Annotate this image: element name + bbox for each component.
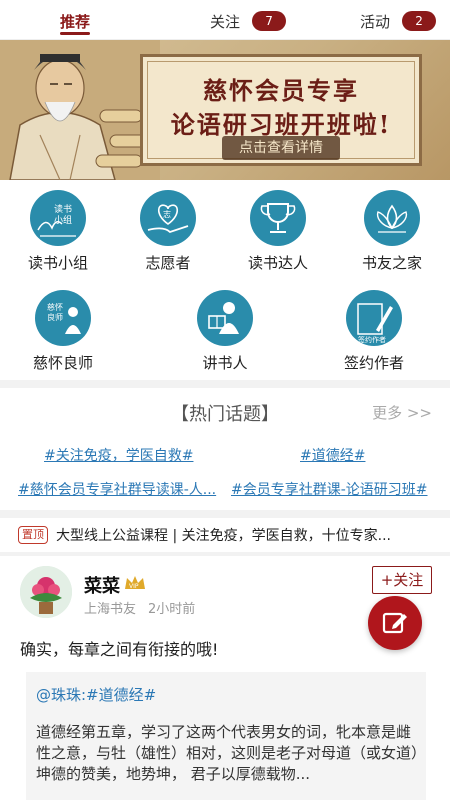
tab-follow-label: 关注 — [210, 12, 241, 31]
feature-volunteer[interactable]: 志 志愿者 — [120, 190, 216, 273]
teacher-icon: 慈怀 良师 — [35, 290, 91, 346]
feature-signed-author[interactable]: 签约作者 签约作者 — [326, 290, 422, 373]
follow-count-badge: 7 — [252, 11, 287, 31]
tab-recommend[interactable]: 推荐 — [60, 8, 90, 34]
vip-crown-icon: VIP — [125, 576, 145, 590]
feature-book-friends-home[interactable]: 书友之家 — [344, 190, 440, 273]
banner-subtitle: 论语研习班开班啦! — [170, 110, 392, 139]
banner-view-details-button[interactable]: 点击查看详情 — [222, 136, 340, 160]
user-location: 上海书友 — [84, 602, 137, 617]
feature-label: 慈怀良师 — [32, 354, 93, 372]
top-tab-bar: 推荐 关注 7 活动 2 — [0, 0, 450, 40]
feature-label: 读书达人 — [247, 254, 308, 272]
banner-title: 慈怀会员专享 — [203, 76, 359, 105]
volunteer-heart-hand-icon: 志 — [140, 190, 196, 246]
feature-reading-group[interactable]: 读书 小组 读书小组 — [10, 190, 106, 273]
quoted-topic-link[interactable]: @珠珠:#道德经# — [36, 684, 156, 705]
section-divider — [0, 510, 450, 518]
svg-text:慈怀: 慈怀 — [47, 302, 63, 312]
topic-link[interactable]: #会员专享社群课-论语研习班# — [231, 479, 435, 499]
topic-link[interactable]: #慈怀会员专享社群导读课-人... — [18, 479, 226, 499]
feature-label: 志愿者 — [145, 254, 191, 272]
tab-activity-label: 活动 — [360, 12, 391, 31]
quoted-post[interactable]: @珠珠:#道德经# 道德经第五章，学习了这两个代表男女的词，牝本意是雌性之意，与… — [26, 672, 426, 800]
avatar[interactable] — [20, 566, 72, 618]
confucius-illustration — [0, 40, 160, 180]
user-name[interactable]: 菜菜 — [84, 572, 120, 598]
section-divider — [0, 552, 450, 556]
svg-text:小组: 小组 — [54, 214, 72, 226]
feature-label: 讲书人 — [202, 354, 248, 372]
svg-text:读书: 读书 — [54, 203, 72, 215]
svg-text:良师: 良师 — [47, 312, 63, 322]
edit-icon — [382, 612, 407, 634]
post-time: 2小时前 — [148, 602, 196, 617]
post-meta: 上海书友 2小时前 — [84, 598, 195, 617]
follow-button[interactable]: +关注 — [372, 566, 432, 594]
active-tab-indicator — [60, 32, 90, 35]
feature-label: 签约作者 — [343, 354, 404, 372]
feature-reading-master[interactable]: 读书达人 — [230, 190, 326, 273]
topic-link[interactable]: #关注免疫，学医自救# — [44, 445, 214, 465]
pinned-text: 大型线上公益课程 | 关注免疫，学医自救，十位专家... — [56, 528, 391, 544]
svg-text:VIP: VIP — [129, 583, 139, 590]
pinned-post[interactable]: 置顶 大型线上公益课程 | 关注免疫，学医自救，十位专家... — [18, 523, 438, 547]
feature-label: 读书小组 — [27, 254, 88, 272]
lotus-icon — [364, 190, 420, 246]
feature-book-speaker[interactable]: 讲书人 — [177, 290, 273, 373]
pinned-tag: 置顶 — [18, 526, 48, 544]
activity-count-badge: 2 — [402, 11, 437, 31]
svg-text:志: 志 — [163, 209, 171, 219]
post-content: 确实，每章之间有衔接的哦! — [20, 640, 219, 659]
more-topics-link[interactable]: 更多 >> — [372, 402, 432, 423]
reader-icon — [197, 290, 253, 346]
compose-button[interactable] — [368, 596, 422, 650]
feature-good-teacher[interactable]: 慈怀 良师 慈怀良师 — [15, 290, 111, 373]
signing-pen-icon: 签约作者 — [346, 290, 402, 346]
tab-follow[interactable]: 关注 7 — [210, 8, 287, 34]
feature-label: 书友之家 — [361, 254, 422, 272]
book-group-icon: 读书 小组 — [30, 190, 86, 246]
topic-link[interactable]: #道德经# — [300, 445, 400, 465]
trophy-icon — [250, 190, 306, 246]
tab-activity[interactable]: 活动 2 — [360, 8, 437, 34]
svg-text:签约作者: 签约作者 — [358, 335, 386, 344]
section-divider — [0, 380, 450, 388]
quoted-post-body: 道德经第五章，学习了这两个代表男女的词，牝本意是雌性之意，与牡（雄性）相对，这则… — [36, 723, 419, 783]
tab-recommend-label: 推荐 — [60, 12, 91, 31]
